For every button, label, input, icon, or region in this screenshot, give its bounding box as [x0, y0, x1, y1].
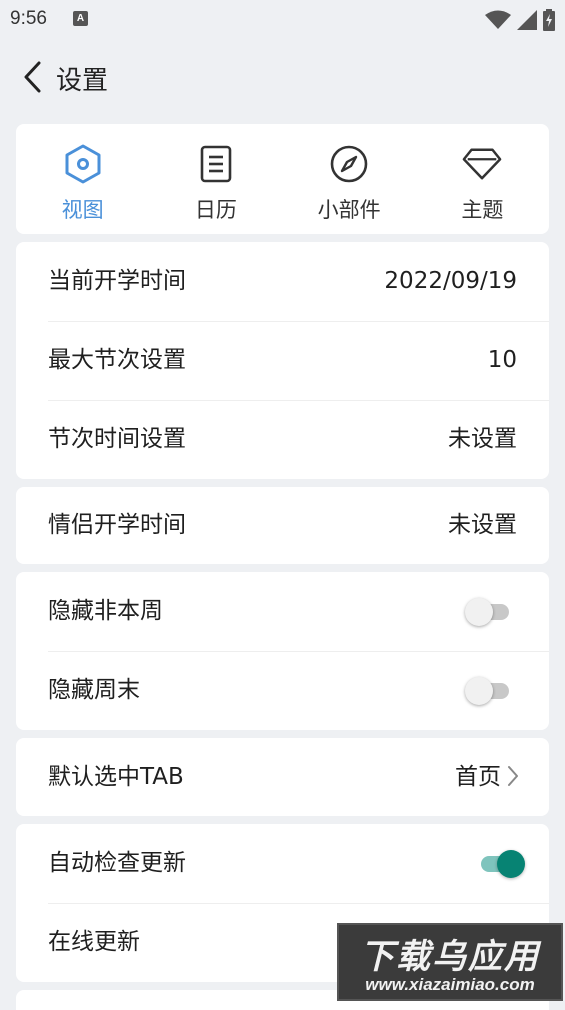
tab-view[interactable]: 视图: [16, 124, 149, 234]
row-label: 隐藏周末: [48, 677, 140, 703]
row-label: 最大节次设置: [48, 347, 186, 373]
hide-weekend-row: 隐藏周末: [16, 651, 549, 730]
watermark-logo: 下载乌应用 www.xiazaimiao.com: [337, 923, 563, 1001]
row-value: 未设置: [448, 426, 517, 452]
tab-label: 小部件: [317, 198, 381, 222]
default-tab-row[interactable]: 默认选中TAB 首页: [16, 738, 549, 816]
wifi-icon: [485, 10, 511, 29]
tab-label: 日历: [194, 198, 237, 222]
auto-update-toggle[interactable]: [479, 850, 525, 878]
page-title: 设置: [56, 66, 109, 96]
hide-other-weeks-toggle[interactable]: [465, 598, 509, 626]
row-label: 节次时间设置: [48, 426, 186, 452]
watermark-title: 下载乌应用: [360, 937, 540, 977]
default-tab-group: 默认选中TAB 首页: [16, 738, 549, 816]
row-value: 10: [487, 347, 517, 373]
hexagon-icon: [63, 144, 103, 184]
display-settings-group: 隐藏非本周 隐藏周末: [16, 572, 549, 730]
row-value: 2022/09/19: [384, 268, 517, 294]
hide-other-weeks-row: 隐藏非本周: [16, 572, 549, 651]
document-icon: [196, 144, 236, 184]
notification-icon: A: [73, 11, 88, 26]
tab-widget[interactable]: 小部件: [283, 124, 416, 234]
row-label: 在线更新: [48, 929, 140, 955]
compass-icon: [329, 144, 369, 184]
row-label: 情侣开学时间: [48, 512, 186, 538]
watermark-url: www.xiazaimiao.com: [365, 975, 535, 994]
row-value: 未设置: [448, 512, 517, 538]
settings-tabs: 视图 日历 小部件 主题: [16, 124, 549, 234]
tab-theme[interactable]: 主题: [416, 124, 549, 234]
status-bar: 9:56 A: [0, 0, 565, 40]
chevron-right-icon: [508, 766, 518, 786]
row-label: 默认选中TAB: [48, 764, 184, 790]
status-icons: [485, 9, 555, 31]
back-button[interactable]: [16, 58, 48, 96]
diamond-icon: [462, 144, 502, 184]
schedule-settings-group: 当前开学时间 2022/09/19 最大节次设置 10 节次时间设置 未设置: [16, 242, 549, 479]
signal-icon: [517, 10, 537, 30]
hide-weekend-toggle[interactable]: [465, 677, 509, 705]
app-bar: 设置: [0, 44, 565, 114]
row-label: 隐藏非本周: [48, 598, 163, 624]
row-label: 当前开学时间: [48, 268, 186, 294]
status-time: 9:56: [10, 8, 47, 29]
battery-icon: [543, 9, 555, 31]
auto-update-row: 自动检查更新: [16, 824, 549, 903]
couple-settings-group: 情侣开学时间 未设置: [16, 487, 549, 564]
row-value: 首页: [455, 764, 501, 790]
tab-label: 主题: [461, 198, 504, 222]
row-label: 自动检查更新: [48, 850, 186, 876]
tab-label: 视图: [61, 198, 104, 222]
back-arrow-icon: [24, 61, 41, 93]
max-sessions-row[interactable]: 最大节次设置 10: [16, 321, 549, 400]
start-date-row[interactable]: 当前开学时间 2022/09/19: [16, 242, 549, 321]
tab-calendar[interactable]: 日历: [149, 124, 282, 234]
session-time-row[interactable]: 节次时间设置 未设置: [16, 400, 549, 479]
couple-start-row[interactable]: 情侣开学时间 未设置: [16, 487, 549, 564]
